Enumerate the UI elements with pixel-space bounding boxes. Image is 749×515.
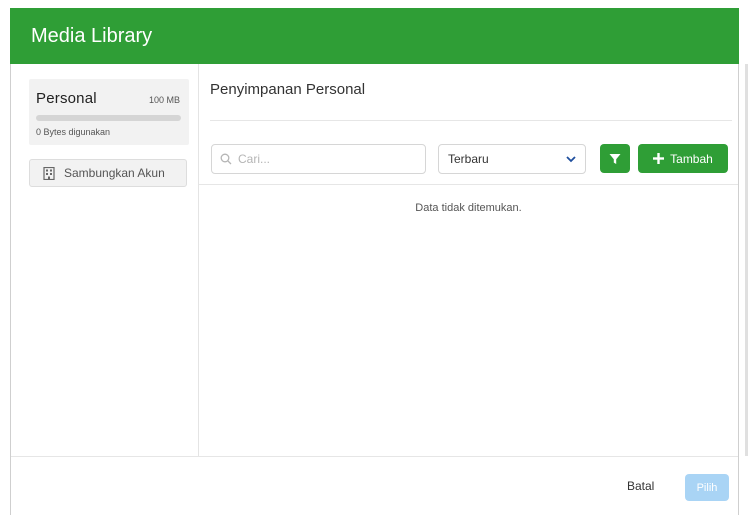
plus-icon [653, 153, 665, 164]
modal-title: Media Library [31, 25, 153, 47]
storage-sidebar: Personal 100 MB 0 Bytes digunakan Sambun… [11, 64, 198, 456]
storage-card-personal[interactable]: Personal 100 MB 0 Bytes digunakan [29, 79, 189, 145]
title-divider [210, 120, 732, 121]
search-box[interactable] [211, 144, 426, 174]
filter-button[interactable] [600, 144, 630, 173]
empty-state-message: Data tidak ditemukan. [415, 202, 522, 214]
sort-selected-value: Terbaru [448, 152, 489, 166]
main-panel: Penyimpanan Personal Terbaru [199, 64, 738, 456]
storage-usage-bar [36, 115, 181, 121]
storage-used-label: 0 Bytes digunakan [36, 127, 111, 137]
storage-name: Personal [36, 90, 97, 107]
cancel-button[interactable]: Batal [627, 479, 654, 493]
modal-border-right [738, 64, 739, 515]
search-input[interactable] [238, 152, 418, 166]
page-title: Penyimpanan Personal [210, 81, 366, 98]
filter-icon [609, 153, 621, 165]
add-media-label: Tambah [670, 151, 713, 166]
connect-account-button[interactable]: Sambungkan Akun [29, 159, 187, 187]
sort-select[interactable]: Terbaru [438, 144, 586, 174]
building-icon [43, 166, 55, 180]
modal-footer: Batal Pilih [11, 456, 738, 515]
chevron-down-icon [566, 155, 576, 163]
connect-account-label: Sambungkan Akun [64, 166, 165, 180]
modal-header: Media Library [10, 8, 739, 64]
toolbar-divider [199, 184, 738, 185]
add-media-button[interactable]: Tambah [638, 144, 728, 173]
search-icon [220, 153, 232, 165]
storage-capacity: 100 MB [148, 95, 180, 105]
scrollbar[interactable] [745, 64, 748, 456]
select-button[interactable]: Pilih [685, 474, 729, 501]
